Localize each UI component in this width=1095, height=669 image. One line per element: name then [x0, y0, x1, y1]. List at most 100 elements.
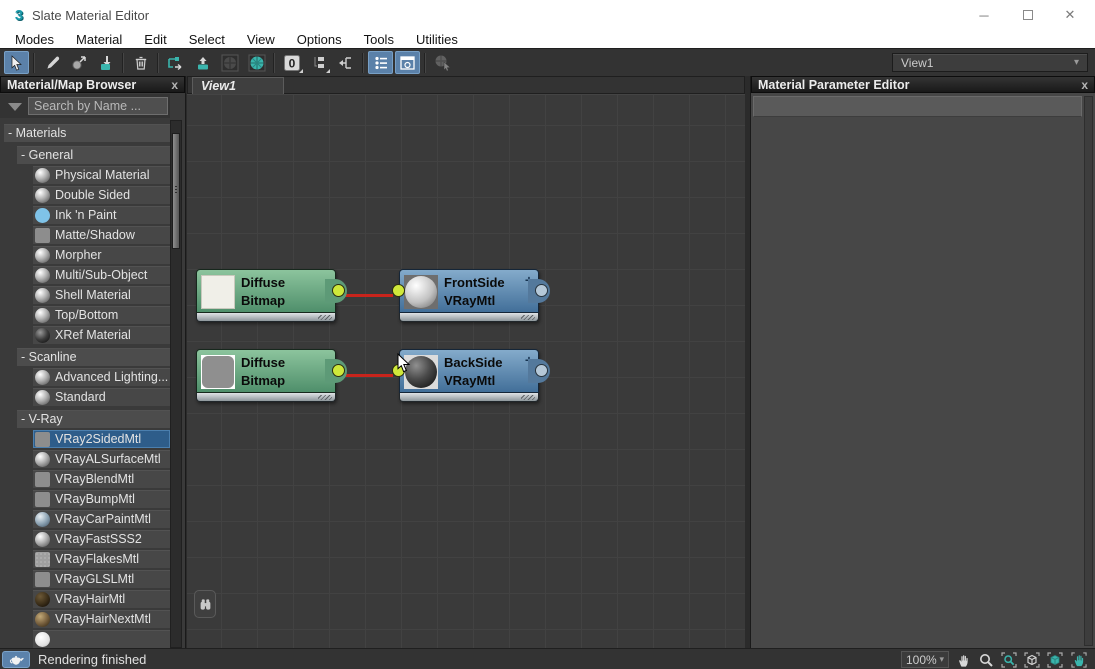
titlebar[interactable]: 3 Slate Material Editor ─ ✕ [0, 0, 1095, 30]
menu-item[interactable]: Tools [353, 32, 405, 47]
close-button[interactable]: ✕ [1053, 0, 1087, 30]
menu-item[interactable]: Options [286, 32, 353, 47]
param-close-icon[interactable]: x [1081, 78, 1088, 92]
show-shaded-material-off-button[interactable] [217, 51, 242, 74]
menu-item[interactable]: Select [178, 32, 236, 47]
material-list-row[interactable]: - Scanline [17, 348, 170, 366]
material-list-row[interactable]: Physical Material [33, 166, 170, 184]
select-tool-button[interactable] [4, 51, 29, 74]
material-list-row[interactable]: Top/Bottom [33, 306, 170, 324]
material-list-row[interactable]: Advanced Lighting... [33, 368, 170, 386]
select-by-material-button[interactable] [430, 51, 455, 74]
material-type-icon [35, 168, 50, 183]
browser-panel-header[interactable]: Material/Map Browser x [0, 76, 185, 93]
pan-tool-button[interactable] [953, 651, 973, 668]
layout-children-button[interactable] [306, 51, 331, 74]
menu-item[interactable]: Edit [133, 32, 177, 47]
menu-item[interactable]: Modes [4, 32, 65, 47]
material-list-row[interactable]: - Materials [4, 124, 170, 142]
material-map-browser-toggle-button[interactable] [368, 51, 393, 74]
material-list-row[interactable]: VRayFlakesMtl [33, 550, 170, 568]
node-diffuse-bitmap-front[interactable]: Diffuse Bitmap [196, 269, 336, 322]
output-socket[interactable] [332, 284, 345, 297]
tab-view1[interactable]: View1 [192, 77, 284, 95]
browser-options-dropdown-icon[interactable] [8, 103, 22, 111]
resize-grip-icon[interactable] [521, 395, 535, 400]
wire-front[interactable] [343, 294, 393, 297]
render-status-button[interactable] [2, 651, 30, 668]
material-list-row[interactable]: VRayFastSSS2 [33, 530, 170, 548]
node-graph-canvas[interactable]: Diffuse Bitmap FrontSide VRayMtl + [187, 94, 745, 648]
node-footer[interactable] [196, 393, 336, 402]
input-socket[interactable] [392, 284, 405, 297]
material-list-row[interactable]: VRayHairMtl [33, 590, 170, 608]
node-frontside-vraymtl[interactable]: FrontSide VRayMtl + [399, 269, 539, 322]
layout-all-icon [337, 55, 354, 71]
material-list-row[interactable]: VRay2SidedMtl [33, 430, 170, 448]
show-shaded-material-on-button[interactable] [244, 51, 269, 74]
node-backside-vraymtl[interactable]: BackSide VRayMtl + [399, 349, 539, 402]
material-list-row[interactable]: VRayGLSLMtl [33, 570, 170, 588]
material-list-row[interactable]: - General [17, 146, 170, 164]
material-list-row[interactable]: XRef Material [33, 326, 170, 344]
window-panel-icon [399, 55, 416, 71]
material-list-row[interactable]: - V-Ray [17, 410, 170, 428]
material-list-row[interactable]: Standard [33, 388, 170, 406]
zoom-region-button[interactable] [999, 651, 1019, 668]
toolbar-separator [122, 53, 124, 73]
material-list-row[interactable]: Ink 'n Paint [33, 206, 170, 224]
material-list-row[interactable]: Double Sided [33, 186, 170, 204]
browser-scrollbar-thumb[interactable] [172, 133, 180, 249]
maximize-button[interactable] [1011, 0, 1045, 30]
layout-all-button[interactable] [333, 51, 358, 74]
zoom-tool-button[interactable] [976, 651, 996, 668]
material-list-row[interactable]: VRayBumpMtl [33, 490, 170, 508]
navigator-toggle-button[interactable] [194, 590, 216, 618]
resize-grip-icon[interactable] [521, 315, 535, 320]
material-list-row[interactable]: VRayALSurfaceMtl [33, 450, 170, 468]
search-input[interactable] [28, 97, 168, 115]
node-diffuse-bitmap-back[interactable]: Diffuse Bitmap [196, 349, 336, 402]
view-selector-dropdown[interactable]: View1 ▾ [892, 53, 1088, 72]
resize-grip-icon[interactable] [318, 315, 332, 320]
material-list-row[interactable]: Multi/Sub-Object [33, 266, 170, 284]
param-scrollbar[interactable] [1084, 96, 1093, 646]
browser-scrollbar[interactable] [170, 120, 182, 648]
output-socket[interactable] [332, 364, 345, 377]
resize-grip-icon[interactable] [318, 395, 332, 400]
menu-item[interactable]: Material [65, 32, 133, 47]
minimize-button[interactable]: ─ [967, 0, 1001, 30]
node-footer[interactable] [196, 313, 336, 322]
delete-selected-button[interactable] [128, 51, 153, 74]
wire-back[interactable] [343, 374, 393, 377]
assign-material-to-selection-button[interactable] [93, 51, 118, 74]
parameter-editor-toggle-button[interactable] [395, 51, 420, 74]
material-list-row[interactable]: Matte/Shadow [33, 226, 170, 244]
menu-item[interactable]: View [236, 32, 286, 47]
zoom-level-dropdown[interactable]: 100% ▾ [901, 651, 949, 668]
put-material-to-scene-button[interactable] [66, 51, 91, 74]
pan-to-selected-button[interactable] [1069, 651, 1089, 668]
show-standard-map-button[interactable]: 0 [279, 51, 304, 74]
flyout-corner [299, 69, 303, 73]
move-children-button[interactable] [163, 51, 188, 74]
menu-item[interactable]: Utilities [405, 32, 469, 47]
hide-unused-nodeslots-button[interactable] [190, 51, 215, 74]
material-list-row[interactable]: VRayHairNextMtl [33, 610, 170, 628]
mouse-cursor-icon [397, 353, 413, 373]
output-socket[interactable] [535, 284, 548, 297]
zoom-extents-selected-button[interactable] [1045, 651, 1065, 668]
material-list-row[interactable]: Morpher [33, 246, 170, 264]
param-panel-header[interactable]: Material Parameter Editor x [751, 76, 1095, 93]
zoom-extents-button[interactable] [1022, 651, 1042, 668]
node-footer[interactable] [399, 393, 539, 402]
output-socket[interactable] [535, 364, 548, 377]
layout-bars-icon [311, 55, 327, 71]
material-list-row[interactable]: VRayCarPaintMtl [33, 510, 170, 528]
pick-material-from-object-button[interactable] [39, 51, 64, 74]
material-list-row[interactable]: VRayBlendMtl [33, 470, 170, 488]
node-footer[interactable] [399, 313, 539, 322]
browser-close-icon[interactable]: x [171, 78, 178, 92]
material-list-row[interactable] [33, 630, 170, 648]
material-list-row[interactable]: Shell Material [33, 286, 170, 304]
